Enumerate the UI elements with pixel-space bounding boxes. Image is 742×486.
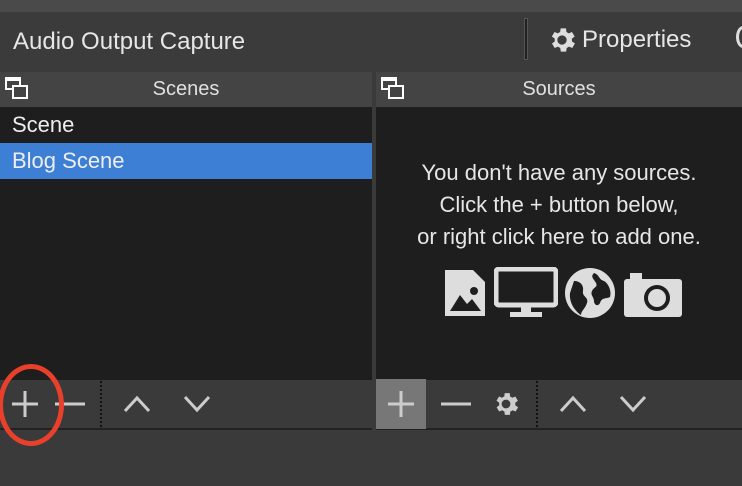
sources-dock: Sources You don't have any sources. Clic… [376, 72, 742, 430]
selected-source-name: Audio Output Capture [13, 28, 246, 55]
properties-label: Properties [582, 26, 692, 53]
move-scene-down-button[interactable] [162, 379, 232, 429]
chevron-down-icon [619, 395, 647, 413]
gear-icon [496, 393, 519, 415]
image-icon [445, 270, 485, 316]
sources-button-bar [376, 379, 742, 430]
gear-icon [551, 28, 575, 52]
move-source-up-button[interactable] [548, 379, 598, 429]
divider [100, 381, 102, 427]
move-source-down-button[interactable] [598, 379, 668, 429]
chevron-up-icon [559, 395, 587, 413]
scene-item-scene[interactable]: Scene [0, 107, 372, 143]
properties-button[interactable]: Properties [546, 24, 691, 56]
scenes-title: Scenes [152, 78, 220, 100]
minus-icon [441, 402, 471, 406]
scenes-list: Scene Blog Scene [0, 107, 372, 380]
move-scene-up-button[interactable] [112, 379, 162, 429]
remove-source-button[interactable] [426, 379, 486, 429]
sources-list[interactable]: You don't have any sources. Click the + … [376, 107, 742, 380]
sources-title: Sources [522, 78, 596, 100]
empty-line: or right click here to add one. [417, 224, 701, 249]
filters-icon[interactable] [736, 26, 742, 48]
source-toolbar: Audio Output Capture Properties [0, 12, 742, 72]
plus-icon [388, 391, 414, 417]
chevron-up-icon [123, 395, 151, 413]
toolbar-separator [524, 18, 528, 60]
camera-icon [624, 273, 682, 317]
add-source-button[interactable] [376, 379, 426, 429]
top-strip [0, 0, 742, 12]
globe-icon [565, 268, 615, 318]
divider [536, 381, 538, 427]
chevron-down-icon [183, 395, 211, 413]
empty-line: You don't have any sources. [421, 160, 697, 185]
source-properties-button[interactable] [486, 379, 526, 429]
sources-empty-message: You don't have any sources. Click the + … [376, 157, 742, 253]
highlight-circle-annotation [0, 364, 64, 446]
sources-header: Sources [376, 72, 742, 107]
undock-icon[interactable] [4, 76, 32, 102]
scenes-header: Scenes [0, 72, 372, 107]
monitor-icon [494, 267, 558, 317]
scene-item-blog-scene[interactable]: Blog Scene [0, 143, 372, 179]
undock-icon[interactable] [380, 76, 408, 102]
empty-line: Click the + button below, [439, 192, 679, 217]
source-type-icons [442, 267, 684, 319]
scenes-dock: Scenes Scene Blog Scene [0, 72, 372, 430]
